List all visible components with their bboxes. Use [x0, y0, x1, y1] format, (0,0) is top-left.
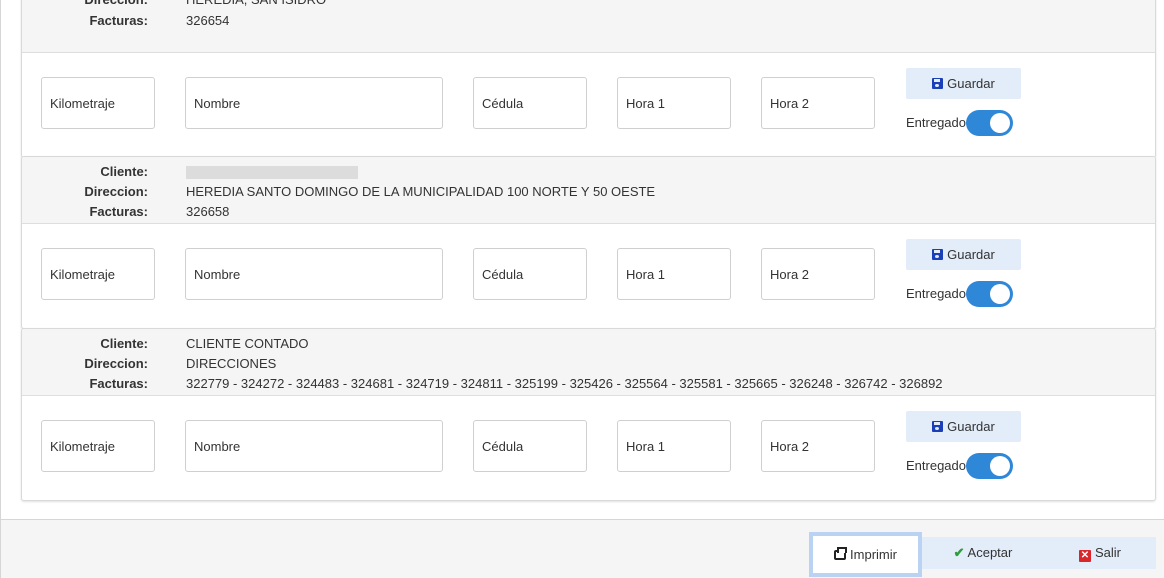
save-icon: [932, 249, 944, 260]
delivery-card-3: Cliente: CLIENTE CONTADO Direccion: DIRE…: [21, 328, 1156, 501]
save-icon: [932, 78, 944, 89]
direccion-value: HEREDIA, SAN ISIDRO: [186, 0, 326, 10]
imprimir-label: Imprimir: [850, 547, 897, 562]
facturas-label: Facturas:: [89, 376, 148, 391]
guardar-button[interactable]: Guardar: [906, 411, 1021, 442]
guardar-label: Guardar: [947, 76, 995, 91]
hora2-input[interactable]: [761, 248, 875, 300]
toggle-knob: [990, 113, 1010, 133]
direccion-label: Direccion:: [84, 356, 148, 371]
hora2-input[interactable]: [761, 77, 875, 129]
entregado-label: Entregado: [906, 115, 966, 130]
toggle-knob: [990, 284, 1010, 304]
hora1-input[interactable]: [617, 420, 731, 472]
check-icon: ✔: [953, 545, 965, 560]
hora1-input[interactable]: [617, 77, 731, 129]
card-1-body: Guardar Entregado: [22, 53, 1155, 157]
cliente-value: [186, 162, 358, 182]
toggle-knob: [990, 456, 1010, 476]
kilometraje-input[interactable]: [41, 420, 155, 472]
facturas-label: Facturas:: [89, 204, 148, 219]
guardar-button[interactable]: Guardar: [906, 239, 1021, 270]
close-icon: ✕: [1078, 550, 1091, 562]
cedula-input[interactable]: [473, 77, 587, 129]
card-3-body: Guardar Entregado: [22, 396, 1155, 500]
delivery-list[interactable]: Direccion: HEREDIA, SAN ISIDRO Facturas:…: [21, 0, 1156, 501]
cedula-input[interactable]: [473, 420, 587, 472]
dialog-footer: Imprimir ✔ Aceptar ✕ Salir: [1, 519, 1164, 578]
redacted-cliente: [186, 166, 358, 180]
card-1-header: Direccion: HEREDIA, SAN ISIDRO Facturas:…: [22, 0, 1155, 53]
direccion-label: Direccion:: [22, 0, 148, 10]
salir-button[interactable]: ✕ Salir: [1044, 537, 1156, 569]
cliente-value: CLIENTE CONTADO: [186, 336, 309, 351]
printer-icon: [834, 547, 848, 560]
direccion-value: DIRECCIONES: [186, 356, 277, 371]
facturas-label: Facturas:: [89, 13, 148, 28]
facturas-value: 326658: [186, 204, 230, 219]
delivery-card-2: Cliente: Direccion: HEREDIA SANTO DOMING…: [21, 156, 1156, 329]
aceptar-label: Aceptar: [967, 545, 1013, 560]
cliente-label: Cliente:: [100, 336, 148, 351]
guardar-label: Guardar: [947, 247, 995, 262]
aceptar-button[interactable]: ✔ Aceptar: [922, 537, 1044, 569]
card-2-body: Guardar Entregado: [22, 224, 1155, 328]
nombre-input[interactable]: [185, 248, 443, 300]
card-2-header: Cliente: Direccion: HEREDIA SANTO DOMING…: [22, 157, 1155, 224]
hora1-input[interactable]: [617, 248, 731, 300]
entregado-toggle[interactable]: [966, 453, 1013, 479]
salir-label: Salir: [1094, 545, 1121, 560]
page: Direccion: HEREDIA, SAN ISIDRO Facturas:…: [0, 0, 1164, 578]
delivery-card-1: Direccion: HEREDIA, SAN ISIDRO Facturas:…: [21, 0, 1156, 158]
entregado-label: Entregado: [906, 458, 966, 473]
entregado-toggle[interactable]: [966, 281, 1013, 307]
entregado-label: Entregado: [906, 286, 966, 301]
cedula-input[interactable]: [473, 248, 587, 300]
kilometraje-input[interactable]: [41, 77, 155, 129]
save-icon: [932, 421, 944, 432]
imprimir-button[interactable]: Imprimir: [809, 532, 922, 577]
card-3-header: Cliente: CLIENTE CONTADO Direccion: DIRE…: [22, 329, 1155, 396]
nombre-input[interactable]: [185, 77, 443, 129]
entregado-toggle[interactable]: [966, 110, 1013, 136]
facturas-value: 326654: [186, 13, 230, 28]
nombre-input[interactable]: [185, 420, 443, 472]
guardar-label: Guardar: [947, 419, 995, 434]
guardar-button[interactable]: Guardar: [906, 68, 1021, 99]
hora2-input[interactable]: [761, 420, 875, 472]
cliente-label: Cliente:: [100, 164, 148, 179]
facturas-value: 322779 - 324272 - 324483 - 324681 - 3247…: [186, 376, 943, 391]
direccion-value: HEREDIA SANTO DOMINGO DE LA MUNICIPALIDA…: [186, 184, 656, 199]
kilometraje-input[interactable]: [41, 248, 155, 300]
direccion-label: Direccion:: [84, 184, 148, 199]
